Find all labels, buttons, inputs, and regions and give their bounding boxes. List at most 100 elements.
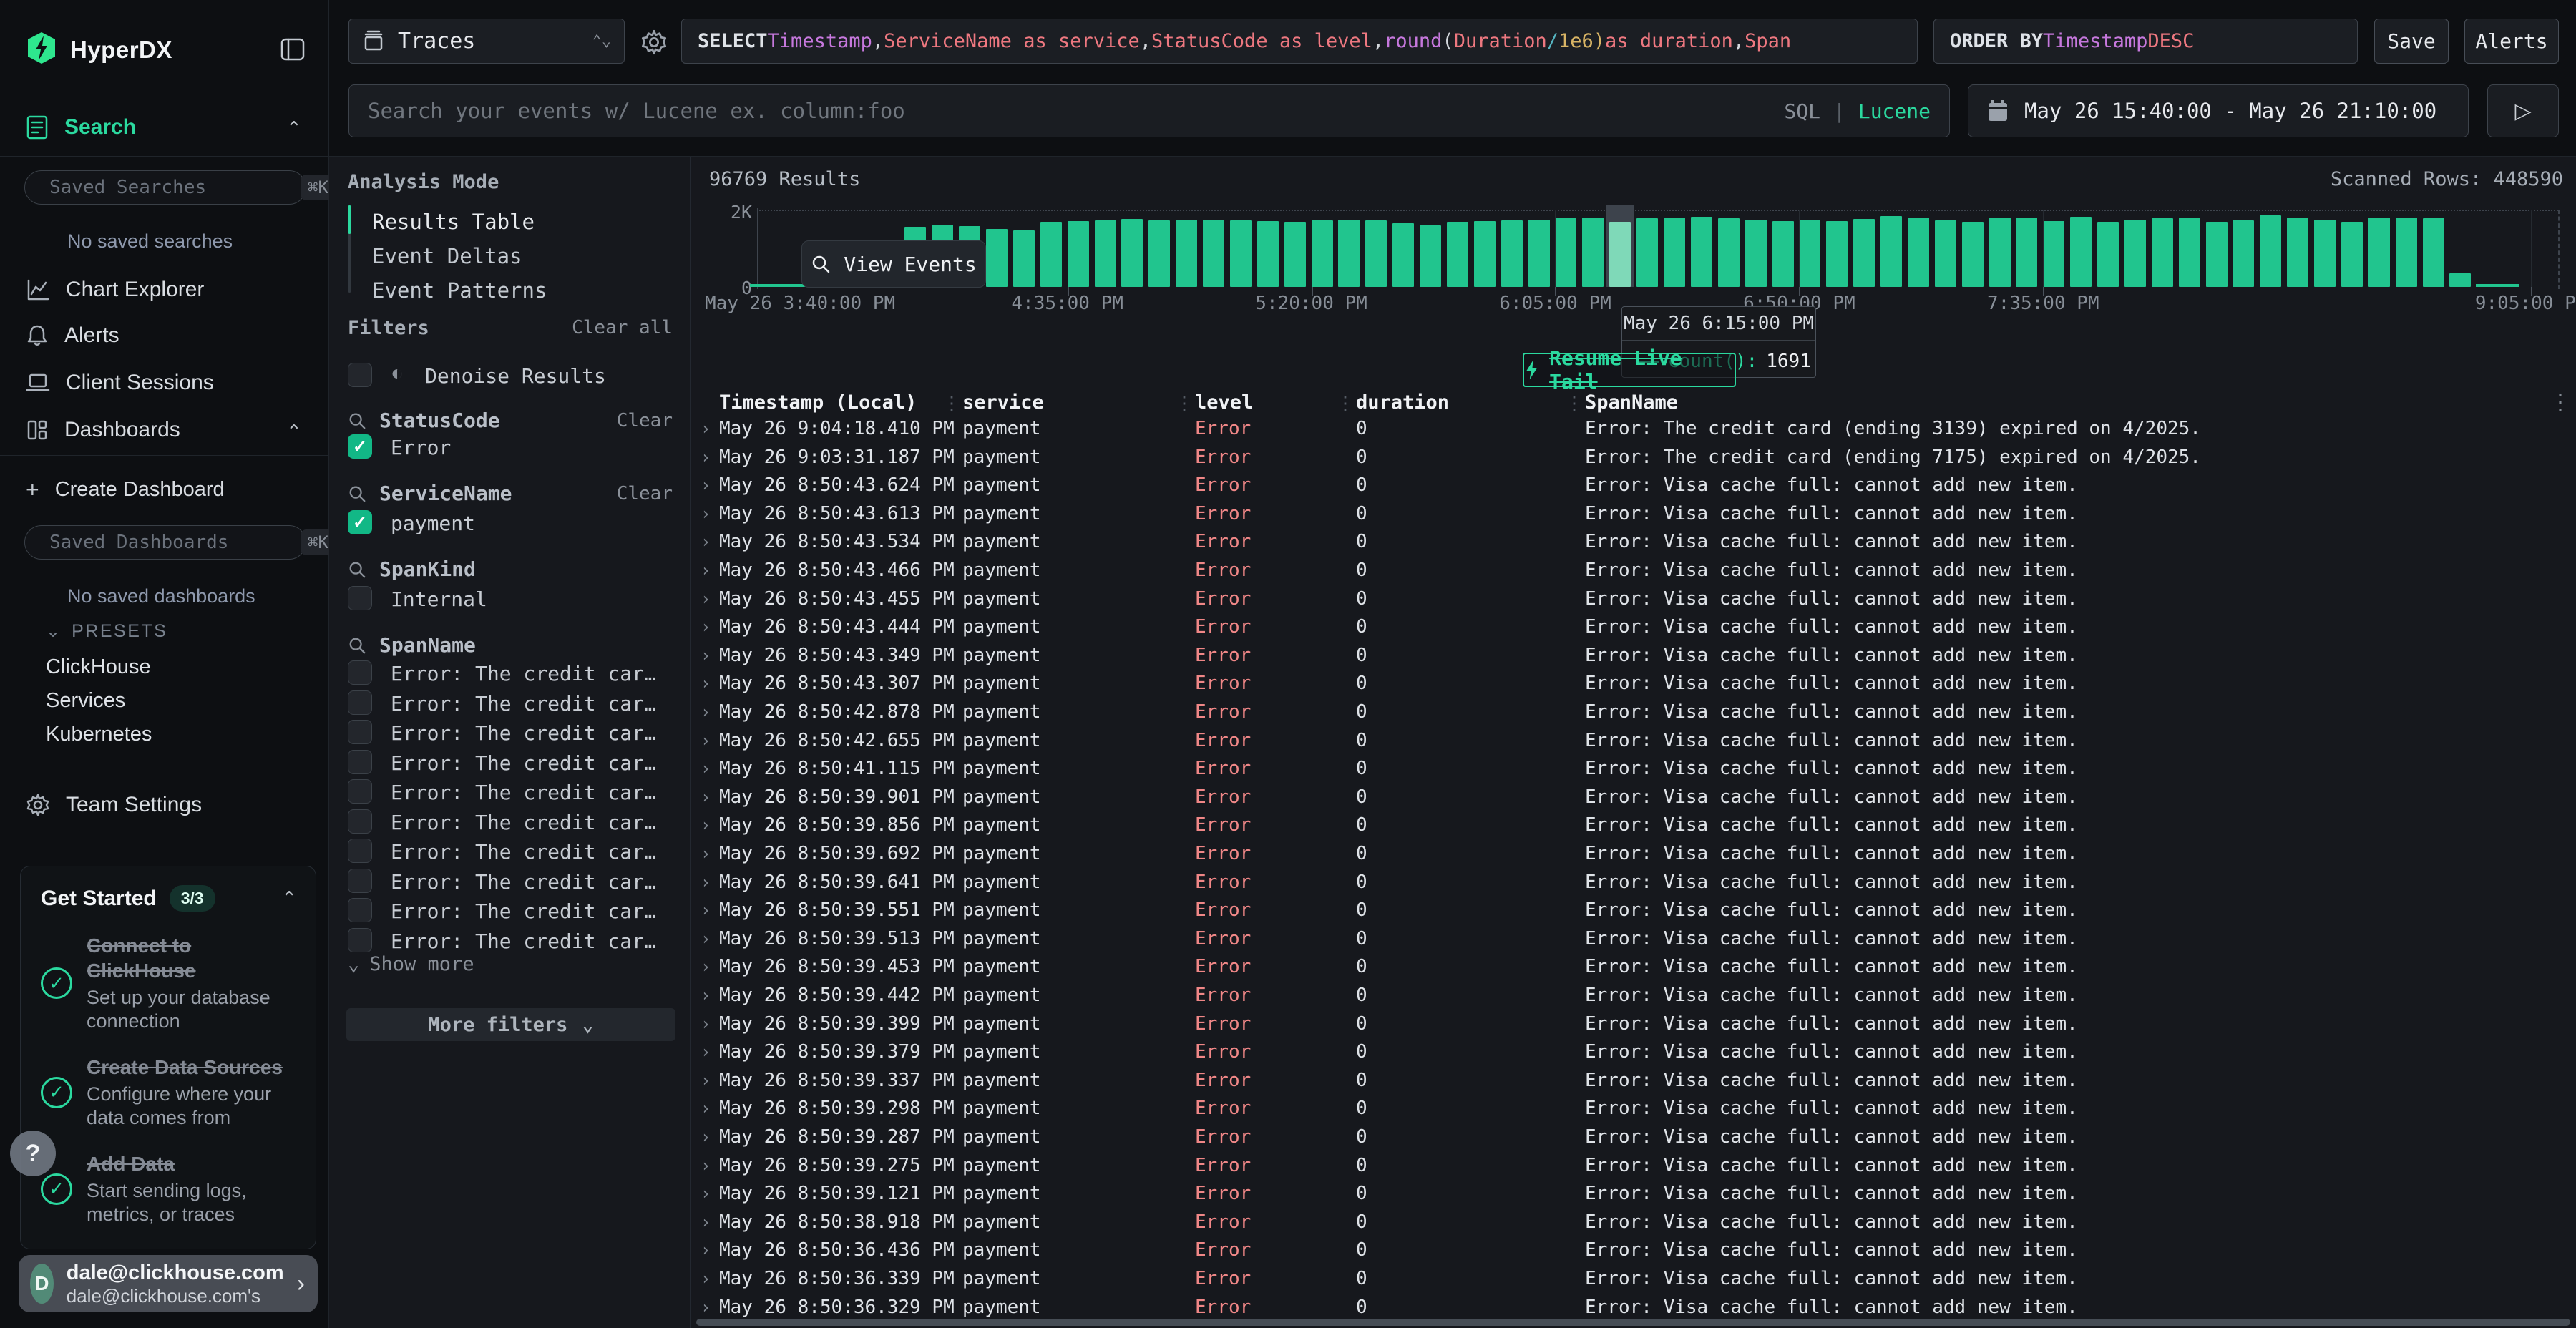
spanname-option[interactable]: Error: The credit card … bbox=[329, 750, 691, 780]
table-row[interactable]: ›May 26 8:50:43.349 PMpaymentError0Error… bbox=[691, 641, 2576, 670]
horizontal-scrollbar[interactable] bbox=[696, 1319, 2570, 1326]
saved-dashboards-search[interactable]: ⌘K bbox=[24, 525, 306, 560]
histogram-bar[interactable] bbox=[1718, 218, 1740, 287]
histogram-bar[interactable] bbox=[2368, 218, 2390, 287]
row-expand-icon[interactable]: › bbox=[701, 585, 711, 613]
preset-kubernetes[interactable]: Kubernetes bbox=[46, 723, 152, 746]
table-row[interactable]: ›May 26 8:50:36.329 PMpaymentError0Error… bbox=[691, 1293, 2576, 1322]
histogram-bar[interactable] bbox=[2423, 218, 2444, 287]
histogram-bar[interactable] bbox=[1365, 220, 1387, 287]
histogram-bar[interactable] bbox=[1853, 219, 1875, 287]
histogram-bar[interactable] bbox=[2179, 218, 2200, 287]
histogram-bar[interactable] bbox=[2124, 220, 2146, 288]
table-row[interactable]: ›May 26 8:50:43.444 PMpaymentError0Error… bbox=[691, 612, 2576, 641]
row-expand-icon[interactable]: › bbox=[701, 783, 711, 811]
spankind-internal-label[interactable]: Internal bbox=[391, 587, 487, 611]
histogram-bar[interactable] bbox=[2070, 217, 2092, 287]
search-bar[interactable]: SQL | Lucene bbox=[348, 84, 1950, 137]
histogram-bar[interactable] bbox=[1338, 220, 1360, 287]
spanname-option-checkbox[interactable] bbox=[348, 928, 372, 952]
histogram-bar[interactable] bbox=[2341, 222, 2363, 287]
row-expand-icon[interactable]: › bbox=[701, 1236, 711, 1264]
histogram-bar[interactable] bbox=[1392, 223, 1414, 287]
table-row[interactable]: ›May 26 8:50:39.121 PMpaymentError0Error… bbox=[691, 1179, 2576, 1208]
sidebar-item-dashboards[interactable]: Dashboards bbox=[26, 418, 180, 442]
histogram-bar[interactable] bbox=[1203, 220, 1224, 288]
search-icon[interactable] bbox=[348, 411, 366, 430]
saved-searches-input[interactable] bbox=[49, 177, 291, 198]
sql-select-input[interactable]: SELECT Timestamp, ServiceName as service… bbox=[681, 19, 1918, 64]
histogram-bar[interactable] bbox=[2287, 218, 2308, 287]
dashboards-chevron-up-icon[interactable]: ⌃ bbox=[286, 421, 302, 443]
histogram-bar[interactable] bbox=[2152, 218, 2173, 287]
row-expand-icon[interactable]: › bbox=[701, 1066, 711, 1095]
saved-searches-search[interactable]: ⌘K bbox=[24, 170, 306, 205]
table-row[interactable]: ›May 26 8:50:43.613 PMpaymentError0Error… bbox=[691, 499, 2576, 528]
create-dashboard-button[interactable]: + Create Dashboard bbox=[26, 477, 225, 503]
histogram-bar[interactable] bbox=[1148, 220, 1170, 287]
row-expand-icon[interactable]: › bbox=[701, 698, 711, 726]
histogram-bar[interactable] bbox=[2396, 218, 2417, 287]
denoise-checkbox[interactable] bbox=[348, 363, 372, 387]
table-row[interactable]: ›May 26 8:50:39.641 PMpaymentError0Error… bbox=[691, 868, 2576, 897]
row-expand-icon[interactable]: › bbox=[701, 1123, 711, 1151]
table-row[interactable]: ›May 26 8:50:39.453 PMpaymentError0Error… bbox=[691, 952, 2576, 981]
spanname-option[interactable]: Error: The credit card … bbox=[329, 839, 691, 869]
user-account-button[interactable]: D dale@clickhouse.com dale@clickhouse.co… bbox=[19, 1255, 318, 1312]
histogram-bar[interactable] bbox=[1013, 230, 1035, 287]
language-toggle-sql[interactable]: SQL bbox=[1784, 99, 1820, 123]
spanname-option-checkbox[interactable] bbox=[348, 690, 372, 715]
histogram-bar[interactable] bbox=[1799, 220, 1820, 287]
row-expand-icon[interactable]: › bbox=[701, 1151, 711, 1180]
mode-results-table[interactable]: Results Table bbox=[372, 210, 535, 234]
save-button[interactable]: Save bbox=[2374, 19, 2449, 64]
histogram-bar[interactable] bbox=[1555, 218, 1576, 287]
table-row[interactable]: ›May 26 8:50:39.442 PMpaymentError0Error… bbox=[691, 981, 2576, 1010]
resume-live-tail-button[interactable]: Resume Live Tail bbox=[1523, 353, 1736, 387]
row-expand-icon[interactable]: › bbox=[701, 527, 711, 556]
histogram-bar[interactable] bbox=[2043, 221, 2064, 287]
sidebar-item-search[interactable]: Search bbox=[26, 114, 136, 140]
row-expand-icon[interactable]: › bbox=[701, 499, 711, 528]
histogram-bar[interactable] bbox=[1040, 222, 1062, 287]
spanname-option[interactable]: Error: The credit card … bbox=[329, 720, 691, 750]
saved-dashboards-input[interactable] bbox=[49, 532, 291, 553]
histogram-bar[interactable] bbox=[1528, 220, 1550, 287]
histogram-bar[interactable] bbox=[1420, 225, 1441, 287]
table-row[interactable]: ›May 26 8:50:43.455 PMpaymentError0Error… bbox=[691, 585, 2576, 613]
table-row[interactable]: ›May 26 8:50:36.436 PMpaymentError0Error… bbox=[691, 1236, 2576, 1264]
table-row[interactable]: ›May 26 9:03:31.187 PMpaymentError0Error… bbox=[691, 443, 2576, 472]
table-row[interactable]: ›May 26 8:50:39.513 PMpaymentError0Error… bbox=[691, 924, 2576, 953]
source-select[interactable]: Traces ⌃⌄ bbox=[348, 19, 625, 64]
spanname-option-checkbox[interactable] bbox=[348, 839, 372, 863]
table-row[interactable]: ›May 26 8:50:39.337 PMpaymentError0Error… bbox=[691, 1066, 2576, 1095]
statuscode-error-label[interactable]: Error bbox=[391, 436, 451, 459]
table-row[interactable]: ›May 26 8:50:36.339 PMpaymentError0Error… bbox=[691, 1264, 2576, 1293]
table-row[interactable]: ›May 26 8:50:39.287 PMpaymentError0Error… bbox=[691, 1123, 2576, 1151]
row-expand-icon[interactable]: › bbox=[701, 839, 711, 868]
histogram-bar[interactable] bbox=[2097, 222, 2119, 287]
row-expand-icon[interactable]: › bbox=[701, 1264, 711, 1293]
row-expand-icon[interactable]: › bbox=[701, 868, 711, 897]
preset-clickhouse[interactable]: ClickHouse bbox=[46, 655, 151, 679]
presets-header[interactable]: ⌄ PRESETS bbox=[46, 621, 167, 642]
search-icon[interactable] bbox=[348, 560, 366, 579]
clear-servicename-link[interactable]: Clear bbox=[617, 483, 673, 504]
table-row[interactable]: ›May 26 8:50:42.878 PMpaymentError0Error… bbox=[691, 698, 2576, 726]
histogram-bar[interactable] bbox=[1257, 221, 1279, 287]
histogram-bar[interactable] bbox=[1284, 222, 1306, 287]
histogram-bar[interactable] bbox=[1880, 216, 1902, 287]
row-expand-icon[interactable]: › bbox=[701, 811, 711, 839]
get-started-item[interactable]: ✓Connect to ClickHouseSet up your databa… bbox=[41, 933, 297, 1033]
more-filters-button[interactable]: More filters ⌄ bbox=[346, 1008, 675, 1041]
clear-statuscode-link[interactable]: Clear bbox=[617, 410, 673, 431]
sidebar-item-alerts[interactable]: Alerts bbox=[26, 323, 119, 348]
sidebar-item-client-sessions[interactable]: Client Sessions bbox=[26, 371, 214, 395]
histogram-bar[interactable] bbox=[1095, 220, 1116, 287]
table-row[interactable]: ›May 26 8:50:42.655 PMpaymentError0Error… bbox=[691, 726, 2576, 755]
search-input[interactable] bbox=[368, 99, 1784, 123]
histogram-bar[interactable] bbox=[1664, 218, 1685, 287]
histogram-bar[interactable] bbox=[1962, 222, 1984, 287]
get-started-chevron-up-icon[interactable]: ⌃ bbox=[281, 887, 297, 909]
row-expand-icon[interactable]: › bbox=[701, 1179, 711, 1208]
